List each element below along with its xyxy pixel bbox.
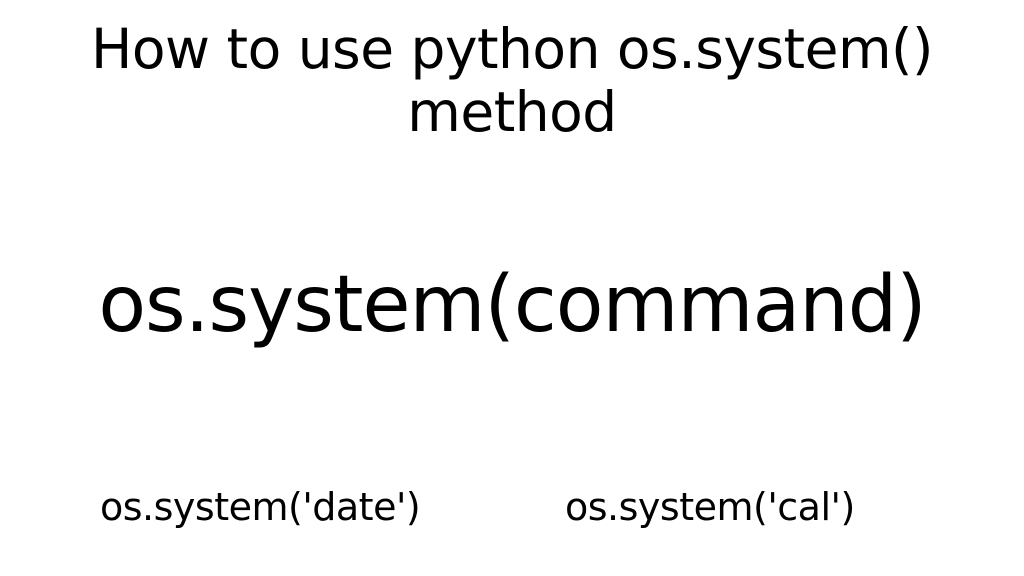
example-cal: os.system('cal') — [565, 485, 855, 529]
example-date: os.system('date') — [100, 485, 420, 529]
slide-title: How to use python os.system() method — [0, 18, 1024, 145]
syntax-text: os.system(command) — [0, 260, 1024, 350]
